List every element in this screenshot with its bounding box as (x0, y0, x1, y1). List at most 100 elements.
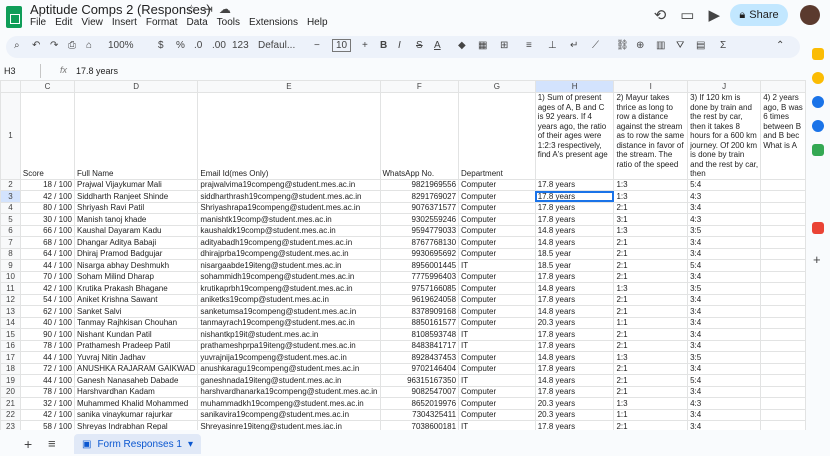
cell-score[interactable]: 70 / 100 (19, 270, 75, 283)
cell-dept[interactable]: Computer (458, 316, 536, 329)
cell-answer-4[interactable] (760, 224, 806, 237)
menu-data[interactable]: Data (187, 17, 208, 28)
cell-phone[interactable]: 9930695692 (379, 247, 460, 260)
menu-extensions[interactable]: Extensions (249, 17, 298, 28)
maps-icon[interactable] (812, 144, 824, 156)
cell-score[interactable]: 68 / 100 (19, 236, 75, 249)
cell-name[interactable]: Dhiraj Pramod Badgujar (73, 247, 199, 260)
row-header[interactable]: 21 (0, 397, 21, 410)
cell-name[interactable]: Muhammed Khalid Mohammed (73, 397, 199, 410)
cell-answer-4[interactable] (760, 259, 806, 272)
row-header[interactable]: 20 (0, 385, 21, 398)
cell-answer-2[interactable]: 2:1 (613, 328, 689, 341)
cell-answer-2[interactable]: 1:3 (613, 190, 689, 203)
cell-answer-2[interactable]: 2:1 (613, 374, 689, 387)
menu-format[interactable]: Format (146, 17, 178, 28)
cell-phone[interactable]: 9076371577 (379, 201, 460, 214)
row-header[interactable]: 7 (0, 236, 21, 249)
cell-score[interactable]: 42 / 100 (19, 282, 75, 295)
col-header-d[interactable]: D (73, 80, 199, 93)
cell-dept[interactable]: Computer (458, 385, 536, 398)
cell-phone[interactable]: 8850161577 (379, 316, 460, 329)
cell-answer-1[interactable]: 17.8 years (534, 213, 615, 226)
cell-answer-3[interactable]: 3:4 (687, 305, 762, 318)
cell-name[interactable]: Harshvardhan Kadam (73, 385, 199, 398)
cell-answer-4[interactable] (760, 351, 806, 364)
cell-answer-4[interactable] (760, 385, 806, 398)
cell-dept[interactable]: Computer (458, 270, 536, 283)
cell-answer-4[interactable] (760, 270, 806, 283)
cell-answer-3[interactable]: 4:3 (687, 397, 762, 410)
menu-edit[interactable]: Edit (55, 17, 72, 28)
increase-decimal-button[interactable]: .00 (212, 40, 226, 51)
col-header-g[interactable]: G (458, 80, 536, 93)
row-header[interactable]: 17 (0, 351, 21, 364)
cell-phone[interactable]: 9702146404 (379, 362, 460, 375)
cell-phone[interactable]: 8378909168 (379, 305, 460, 318)
cell-dept[interactable]: IT (458, 420, 536, 430)
comment-icon[interactable]: ▭ (680, 6, 694, 24)
cell-answer-3[interactable]: 3:4 (687, 201, 762, 214)
cell-dept[interactable]: IT (458, 328, 536, 341)
cell-answer-3[interactable]: 3:4 (687, 270, 762, 283)
cell-phone[interactable]: 8928437453 (379, 351, 460, 364)
row-header[interactable]: 13 (0, 305, 21, 318)
cell-answer-1[interactable]: 20.3 years (534, 316, 615, 329)
cell-name[interactable]: Yuvraj Nitin Jadhav (73, 351, 199, 364)
cell-answer-1[interactable]: 17.8 years (534, 293, 615, 306)
filter-icon[interactable]: ⛛ (676, 40, 684, 51)
cell-answer-3[interactable]: 3:4 (687, 316, 762, 329)
cell-score[interactable]: 32 / 100 (19, 397, 75, 410)
header-question-1[interactable]: 1) Sum of present ages of A, B and C is … (534, 92, 615, 180)
cell-phone[interactable]: 9302559246 (379, 213, 460, 226)
cell-name[interactable]: Aniket Krishna Sawant (73, 293, 199, 306)
cell-score[interactable]: 18 / 100 (19, 178, 75, 191)
menu-view[interactable]: View (81, 17, 103, 28)
currency-button[interactable]: $ (158, 40, 164, 51)
cell-email[interactable]: Shreyasinre19iteng@student.mes.iac.in (197, 420, 381, 430)
print-icon[interactable]: ⎙ (68, 40, 76, 51)
cell-dept[interactable]: Computer (458, 201, 536, 214)
zoom-select[interactable]: 100% (108, 40, 134, 51)
cell-name[interactable]: Shriyash Ravi Patil (73, 201, 199, 214)
cell-answer-1[interactable]: 17.8 years (534, 362, 615, 375)
row-header[interactable]: 10 (0, 270, 21, 283)
cell-answer-4[interactable] (760, 328, 806, 341)
cell-email[interactable]: ganeshnada19iteng@student.mes.ac.in (197, 374, 381, 387)
cell-answer-2[interactable]: 1:1 (613, 316, 689, 329)
cell-answer-1[interactable]: 14.8 years (534, 351, 615, 364)
add-sheet-button[interactable]: + (24, 436, 32, 452)
strikethrough-button[interactable]: S (416, 40, 423, 51)
cell-answer-2[interactable]: 1:3 (613, 178, 689, 191)
avatar[interactable] (800, 5, 820, 25)
cell-answer-4[interactable] (760, 397, 806, 410)
col-header-i[interactable]: I (613, 80, 689, 93)
col-header-h[interactable]: H (534, 80, 615, 93)
row-header[interactable]: 22 (0, 408, 21, 421)
cell-email[interactable]: prathameshprpa19iteng@student.mes.ac.in (197, 339, 381, 352)
filter-views-icon[interactable]: ▤ (696, 40, 705, 51)
cell-answer-2[interactable]: 2:1 (613, 293, 689, 306)
cell-phone[interactable]: 9757166085 (379, 282, 460, 295)
header-department[interactable]: Department (458, 92, 536, 180)
menu-tools[interactable]: Tools (217, 17, 240, 28)
col-header-c[interactable]: C (19, 80, 75, 93)
cell-answer-2[interactable]: 1:1 (613, 408, 689, 421)
cell-answer-3[interactable]: 3:4 (687, 408, 762, 421)
row-header-1[interactable]: 1 (0, 92, 21, 180)
cell-answer-4[interactable] (760, 213, 806, 226)
cell-name[interactable]: Nishant Kundan Patil (73, 328, 199, 341)
sheets-logo-icon[interactable] (6, 6, 22, 28)
col-header-k[interactable] (760, 80, 806, 93)
row-header[interactable]: 23 (0, 420, 21, 430)
header-whatsapp[interactable]: WhatsApp No. (379, 92, 460, 180)
cell-name[interactable]: Manish tanoj khade (73, 213, 199, 226)
col-header-f[interactable]: F (379, 80, 460, 93)
cell-dept[interactable]: IT (458, 259, 536, 272)
cell-answer-4[interactable] (760, 236, 806, 249)
cell-answer-3[interactable]: 4:3 (687, 213, 762, 226)
cell-email[interactable]: manishtk19comp@student.mes.ac.in (197, 213, 381, 226)
cell-dept[interactable]: Computer (458, 213, 536, 226)
cell-dept[interactable]: Computer (458, 305, 536, 318)
cell-email[interactable]: yuvrajnija19compeng@student.mes.ac.in (197, 351, 381, 364)
